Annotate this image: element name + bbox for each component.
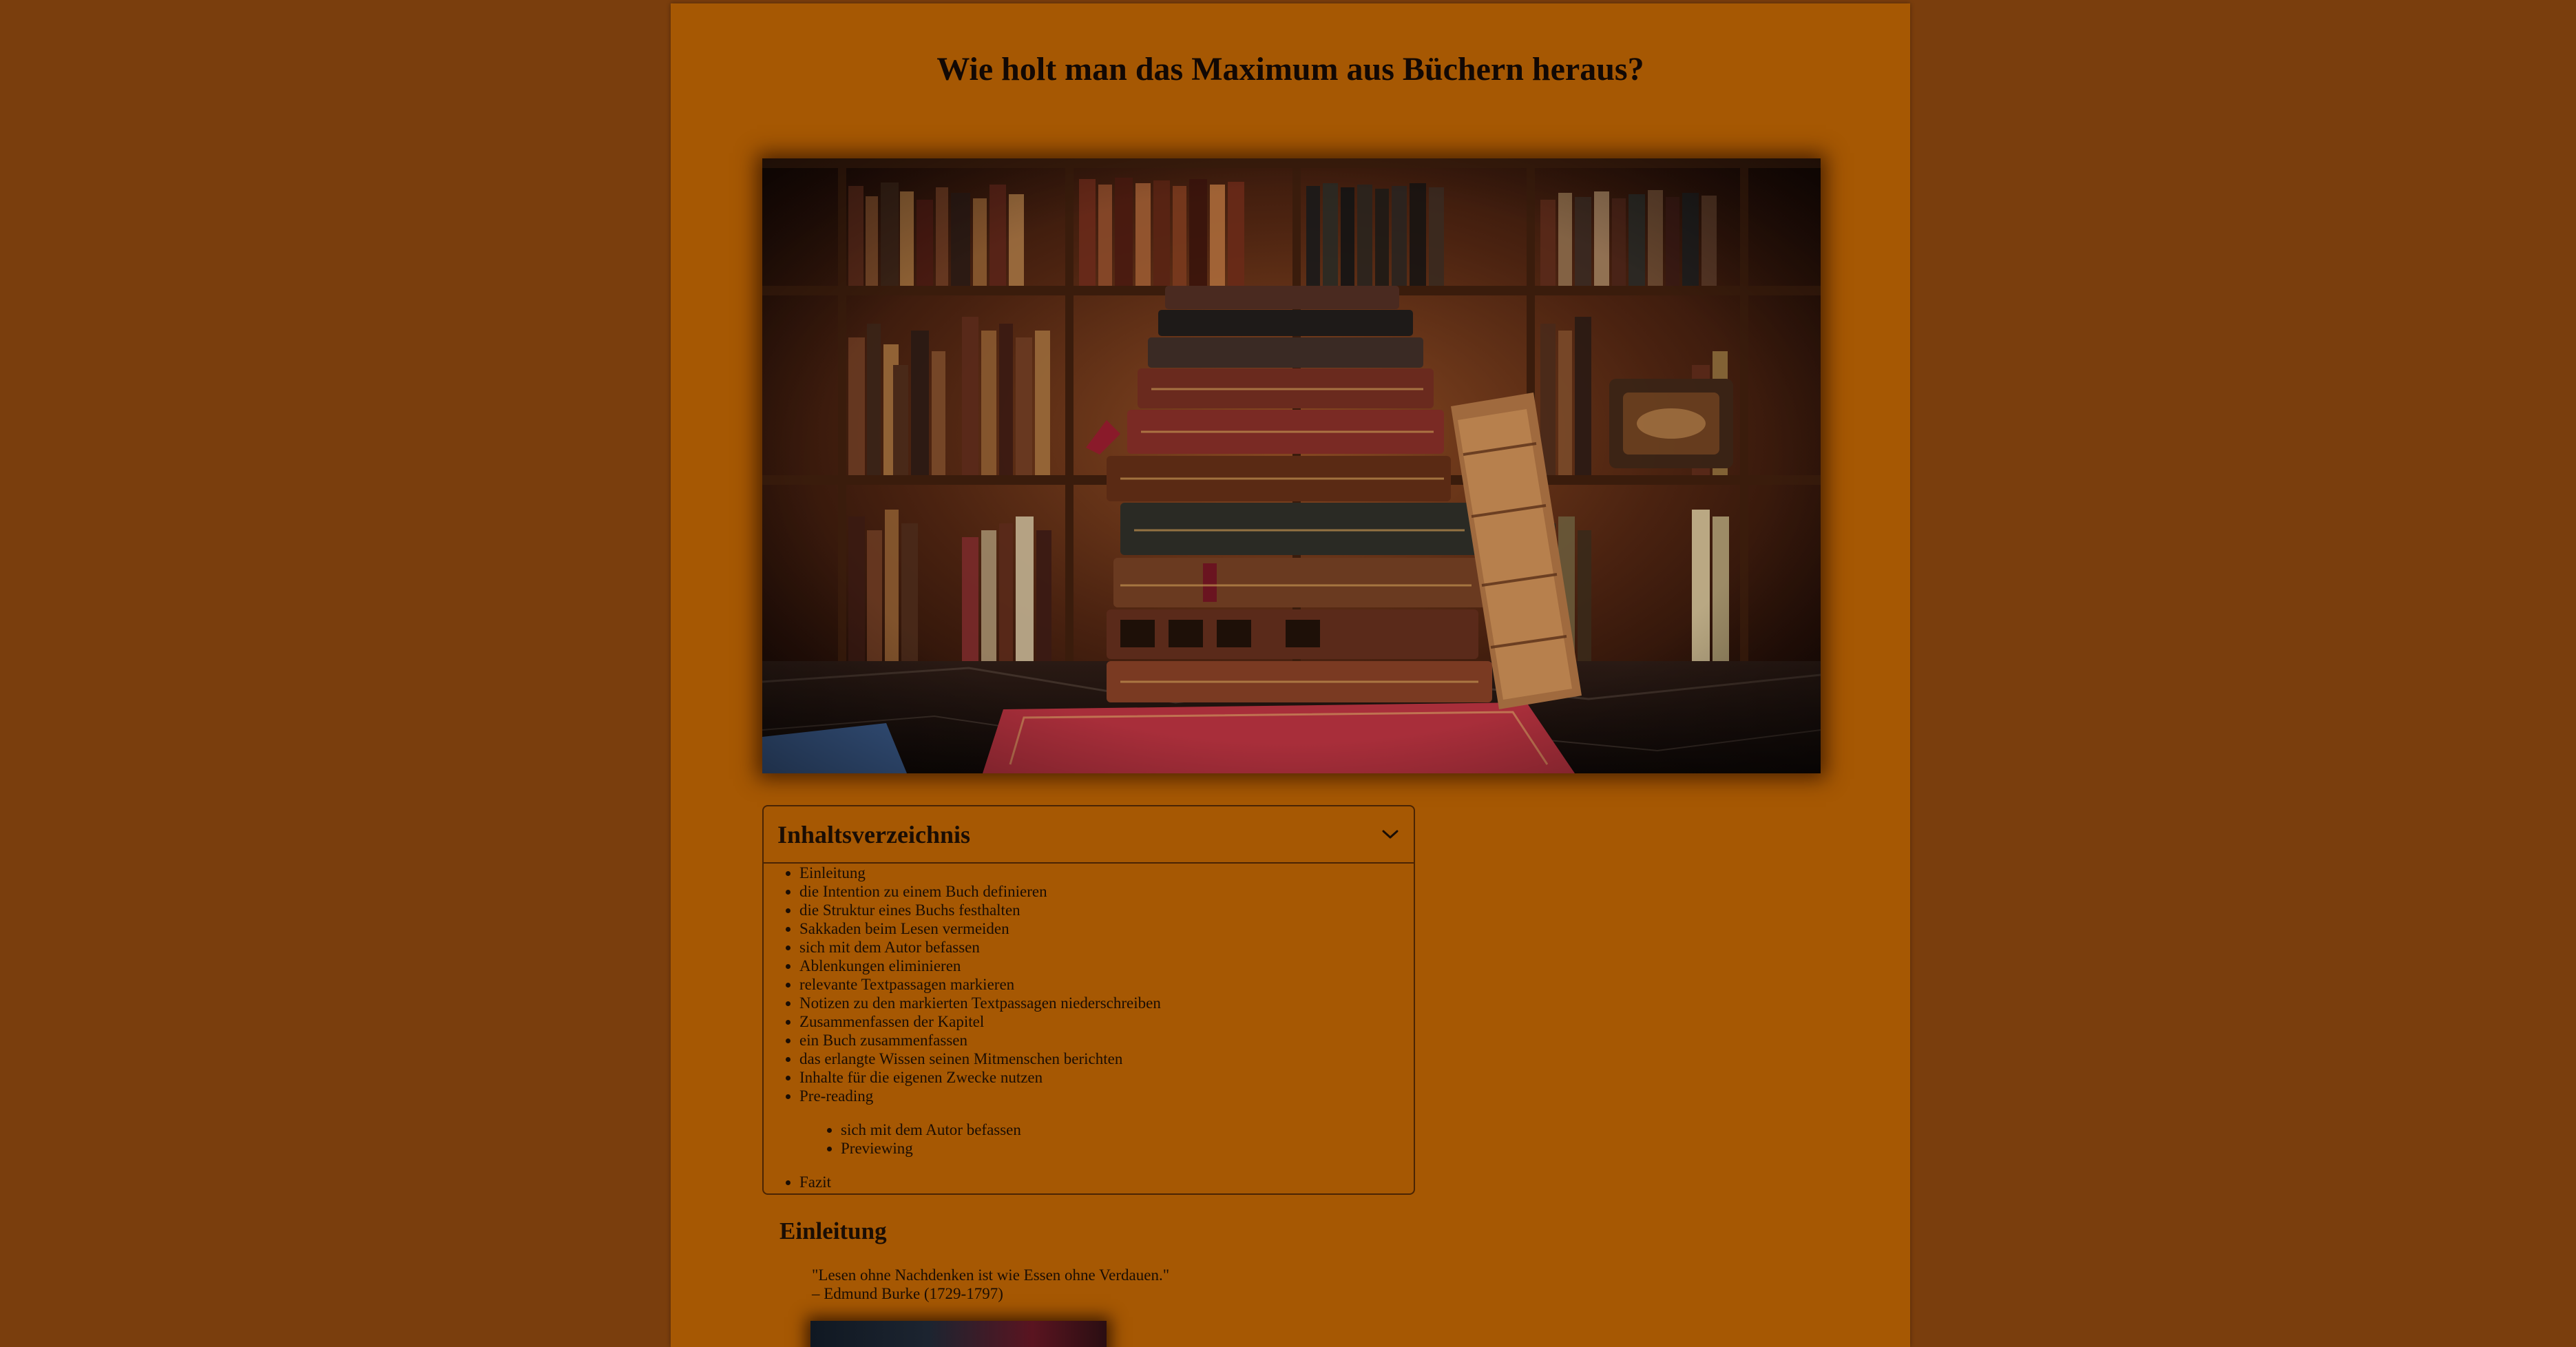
hero-image	[762, 158, 1821, 773]
toc-item-autor[interactable]: sich mit dem Autor befassen	[799, 938, 1414, 957]
intro-quote: "Lesen ohne Nachdenken ist wie Essen ohn…	[812, 1266, 1169, 1303]
toc-item-einleitung[interactable]: Einleitung	[799, 864, 1414, 882]
toc-item-kapitel[interactable]: Zusammenfassen der Kapitel	[799, 1012, 1414, 1031]
toc-subitem-previewing[interactable]: Previewing	[841, 1139, 1414, 1158]
page-title: Wie holt man das Maximum aus Büchern her…	[936, 51, 1644, 87]
toc-item-struktur[interactable]: die Struktur eines Buchs festhalten	[799, 901, 1414, 919]
toc-list: Einleitung die Intention zu einem Buch d…	[764, 864, 1414, 1191]
toc-item-markieren[interactable]: relevante Textpassagen markieren	[799, 975, 1414, 994]
toc-item-fazit[interactable]: Fazit	[799, 1173, 1414, 1191]
toc-item-notizen[interactable]: Notizen zu den markierten Textpassagen n…	[799, 994, 1414, 1012]
toc-header[interactable]: Inhaltsverzeichnis	[764, 806, 1414, 864]
toc-item-nutzen[interactable]: Inhalte für die eigenen Zwecke nutzen	[799, 1068, 1414, 1087]
toc-item-zusammenfassen[interactable]: ein Buch zusammenfassen	[799, 1031, 1414, 1050]
toc-sublist: sich mit dem Autor befassen Previewing	[799, 1120, 1414, 1158]
toc-item-intention[interactable]: die Intention zu einem Buch definieren	[799, 882, 1414, 901]
chevron-down-icon[interactable]	[1381, 825, 1400, 844]
quote-author: – Edmund Burke (1729-1797)	[812, 1285, 1003, 1302]
toc-title: Inhaltsverzeichnis	[777, 820, 971, 848]
toc-item-pre-reading[interactable]: Pre-reading sich mit dem Autor befassen …	[799, 1087, 1414, 1158]
article-page: Wie holt man das Maximum aus Büchern her…	[671, 3, 1910, 1347]
section-heading-einleitung: Einleitung	[779, 1218, 887, 1244]
toc-item-sakkaden[interactable]: Sakkaden beim Lesen vermeiden	[799, 919, 1414, 938]
toc-subitem-autor[interactable]: sich mit dem Autor befassen	[841, 1120, 1414, 1139]
toc-item-berichten[interactable]: das erlangte Wissen seinen Mitmenschen b…	[799, 1050, 1414, 1068]
quote-text: "Lesen ohne Nachdenken ist wie Essen ohn…	[812, 1266, 1170, 1284]
table-of-contents: Inhaltsverzeichnis Einleitung die Intent…	[762, 805, 1415, 1195]
toc-item-ablenkungen[interactable]: Ablenkungen eliminieren	[799, 957, 1414, 975]
intro-image	[810, 1321, 1107, 1347]
